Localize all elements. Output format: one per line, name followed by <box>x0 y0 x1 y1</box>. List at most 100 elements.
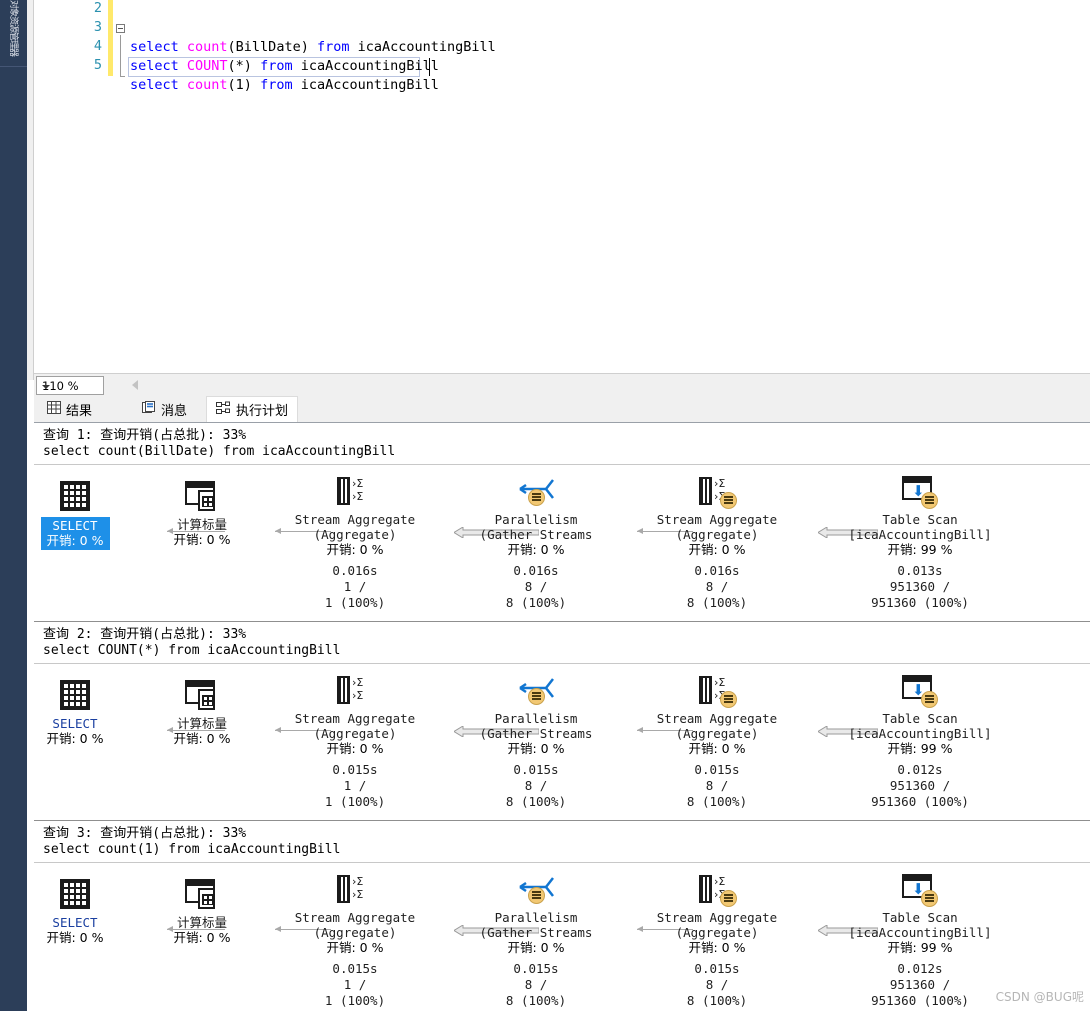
grid-icon <box>47 400 61 418</box>
chevron-down-icon <box>42 385 50 389</box>
plan-node-rows: 1 / <box>343 977 367 992</box>
query-sql-text: select count(BillDate) from icaAccountin… <box>43 444 396 459</box>
plan-node-title: Stream Aggregate <box>294 711 416 726</box>
tab-messages-label: 消息 <box>161 403 188 419</box>
code-line-text: select COUNT(*) from icaAccountingBill <box>130 58 439 74</box>
table-scan-icon: ⬇ <box>835 476 1005 510</box>
plan-node-rowpct: 8 (100%) <box>505 993 567 1008</box>
plan-node-subtitle: (Aggregate) <box>675 726 759 741</box>
plan-node-compute-scalar[interactable]: 计算标量 开销: 0 % <box>117 879 287 945</box>
plan-node-time: 0.015s <box>513 961 559 976</box>
plan-node-subtitle: (Aggregate) <box>675 527 759 542</box>
region-guide-foot <box>120 76 125 77</box>
plan-node-time: 0.012s <box>897 961 943 976</box>
parallel-badge-icon <box>921 890 938 907</box>
plan-node-time: 0.016s <box>332 563 378 578</box>
stream-aggregate-icon: ›Σ ›Σ <box>270 675 440 709</box>
parallel-badge-icon <box>528 688 545 705</box>
stream-aggregate-icon: ›Σ ›Σ <box>270 476 440 510</box>
results-tabstrip: 结果 消息 执行计划 <box>34 396 1090 422</box>
plan-node-stream-aggregate-parallel[interactable]: ›Σ›Σ Stream Aggregate (Aggregate) 开销: 0 … <box>632 476 802 611</box>
tab-execution-plan-label: 执行计划 <box>236 404 289 419</box>
sql-editor[interactable]: 2 3 4 5 select count(BillDate) from icaA… <box>34 0 1090 371</box>
plan-node-rows: 951360 / <box>889 977 951 992</box>
query-cost-summary: 查询 3: 查询开销(占总批): 33% <box>43 826 247 841</box>
execution-plan-panel[interactable]: 查询 1: 查询开销(占总批): 33% select count(BillDa… <box>34 422 1090 1012</box>
tab-messages[interactable]: 消息 <box>133 396 196 422</box>
plan-node-parallelism[interactable]: Parallelism (Gather Streams 开销: 0 % 0.01… <box>451 476 621 611</box>
query-plan-block: 查询 3: 查询开销(占总批): 33% select count(1) fro… <box>34 821 1090 1012</box>
plan-node-time: 0.015s <box>332 762 378 777</box>
plan-node-compute-scalar[interactable]: 计算标量 开销: 0 % <box>117 680 287 746</box>
line-number: 3 <box>93 19 102 35</box>
plan-node-title: Stream Aggregate <box>656 512 778 527</box>
plan-node-stream-aggregate-parallel[interactable]: ›Σ›Σ Stream Aggregate (Aggregate) 开销: 0 … <box>632 874 802 1009</box>
plan-node-parallelism[interactable]: Parallelism (Gather Streams 开销: 0 % 0.01… <box>451 874 621 1009</box>
parallel-badge-icon <box>528 489 545 506</box>
object-explorer-collapsed-tab[interactable]: 对象资源管理器 <box>2 0 25 64</box>
plan-node-title: Stream Aggregate <box>294 512 416 527</box>
plan-node-rowpct: 8 (100%) <box>686 794 748 809</box>
plan-node-stream-aggregate[interactable]: ›Σ ›Σ Stream Aggregate (Aggregate) 开销: 0 … <box>270 675 440 810</box>
plan-node-title: Parallelism <box>494 512 578 527</box>
collapse-region-toggle[interactable] <box>116 24 125 33</box>
parallel-badge-icon <box>921 492 938 509</box>
plan-node-stream-aggregate-parallel[interactable]: ›Σ›Σ Stream Aggregate (Aggregate) 开销: 0 … <box>632 675 802 810</box>
query-plan-block: 查询 2: 查询开销(占总批): 33% select COUNT(*) fro… <box>34 622 1090 820</box>
object-explorer-rail[interactable]: 对象资源管理器 <box>0 0 28 1011</box>
region-guide-line <box>120 35 121 77</box>
plan-node-compute-scalar[interactable]: 计算标量 开销: 0 % <box>117 481 287 547</box>
tab-results-label: 结果 <box>66 403 93 419</box>
plan-node-time: 0.015s <box>694 762 740 777</box>
plan-node-subtitle: [icaAccountingBill] <box>848 925 992 940</box>
plan-node-parallelism[interactable]: Parallelism (Gather Streams 开销: 0 % 0.01… <box>451 675 621 810</box>
plan-node-title: Table Scan <box>882 512 958 527</box>
plan-node-cost: 开销: 99 % <box>887 940 953 955</box>
plan-node-subtitle: [icaAccountingBill] <box>848 726 992 741</box>
watermark: CSDN @BUG呢 <box>995 990 1084 1004</box>
object-explorer-tab-label: 对象资源管理器 <box>8 0 18 56</box>
query-sql-text: select count(1) from icaAccountingBill <box>43 842 341 857</box>
line-number: 4 <box>93 38 102 54</box>
stream-aggregate-parallel-icon: ›Σ›Σ <box>632 874 802 908</box>
plan-node-cost: 开销: 99 % <box>887 542 953 557</box>
plan-node-cost: 开销: 0 % <box>326 741 384 756</box>
code-line[interactable]: select COUNT(*) from icaAccountingBill <box>34 38 439 74</box>
stream-aggregate-parallel-icon: ›Σ›Σ <box>632 675 802 709</box>
parallel-badge-icon <box>720 492 737 509</box>
plan-node-time: 0.015s <box>513 762 559 777</box>
scroll-left-arrow-icon[interactable] <box>132 380 138 390</box>
plan-node-rows: 8 / <box>705 977 729 992</box>
code-line[interactable]: select count(1) from icaAccountingBill <box>34 57 439 93</box>
query-plan-header: 查询 1: 查询开销(占总批): 33% select count(BillDa… <box>34 423 1090 465</box>
plan-node-rowpct: 1 (100%) <box>324 794 386 809</box>
parallelism-icon <box>451 675 621 709</box>
zoom-level-dropdown[interactable]: 110 % <box>36 376 104 395</box>
plan-node-table-scan[interactable]: ⬇ Table Scan [icaAccountingBill] 开销: 99 … <box>835 476 1005 611</box>
plan-node-subtitle: (Aggregate) <box>313 925 397 940</box>
plan-node-table-scan[interactable]: ⬇ Table Scan [icaAccountingBill] 开销: 99 … <box>835 675 1005 810</box>
plan-node-table-scan[interactable]: ⬇ Table Scan [icaAccountingBill] 开销: 99 … <box>835 874 1005 1009</box>
plan-node-title: 计算标量 <box>176 915 227 930</box>
plan-node-cost: 开销: 0 % <box>326 542 384 557</box>
plan-node-cost: 开销: 0 % <box>688 940 746 955</box>
plan-node-title: Stream Aggregate <box>294 910 416 925</box>
editor-left-margin <box>27 0 34 380</box>
line-number: 2 <box>93 0 102 16</box>
plan-node-cost: 开销: 0 % <box>507 741 565 756</box>
code-line[interactable]: select count(BillDate) from icaAccountin… <box>34 19 496 55</box>
rail-divider <box>0 66 27 67</box>
plan-node-subtitle: (Aggregate) <box>313 726 397 741</box>
plan-node-cost: 开销: 0 % <box>507 940 565 955</box>
plan-node-time: 0.013s <box>897 563 943 578</box>
plan-node-stream-aggregate[interactable]: ›Σ ›Σ Stream Aggregate (Aggregate) 开销: 0 … <box>270 476 440 611</box>
plan-node-time: 0.015s <box>332 961 378 976</box>
tab-execution-plan[interactable]: 执行计划 <box>206 396 299 422</box>
compute-scalar-icon <box>117 879 287 913</box>
tab-results[interactable]: 结果 <box>38 396 101 422</box>
plan-node-title: Stream Aggregate <box>656 910 778 925</box>
plan-node-stream-aggregate[interactable]: ›Σ ›Σ Stream Aggregate (Aggregate) 开销: 0 … <box>270 874 440 1009</box>
plan-node-rows: 1 / <box>343 778 367 793</box>
parallel-badge-icon <box>720 890 737 907</box>
plan-node-title: Stream Aggregate <box>656 711 778 726</box>
